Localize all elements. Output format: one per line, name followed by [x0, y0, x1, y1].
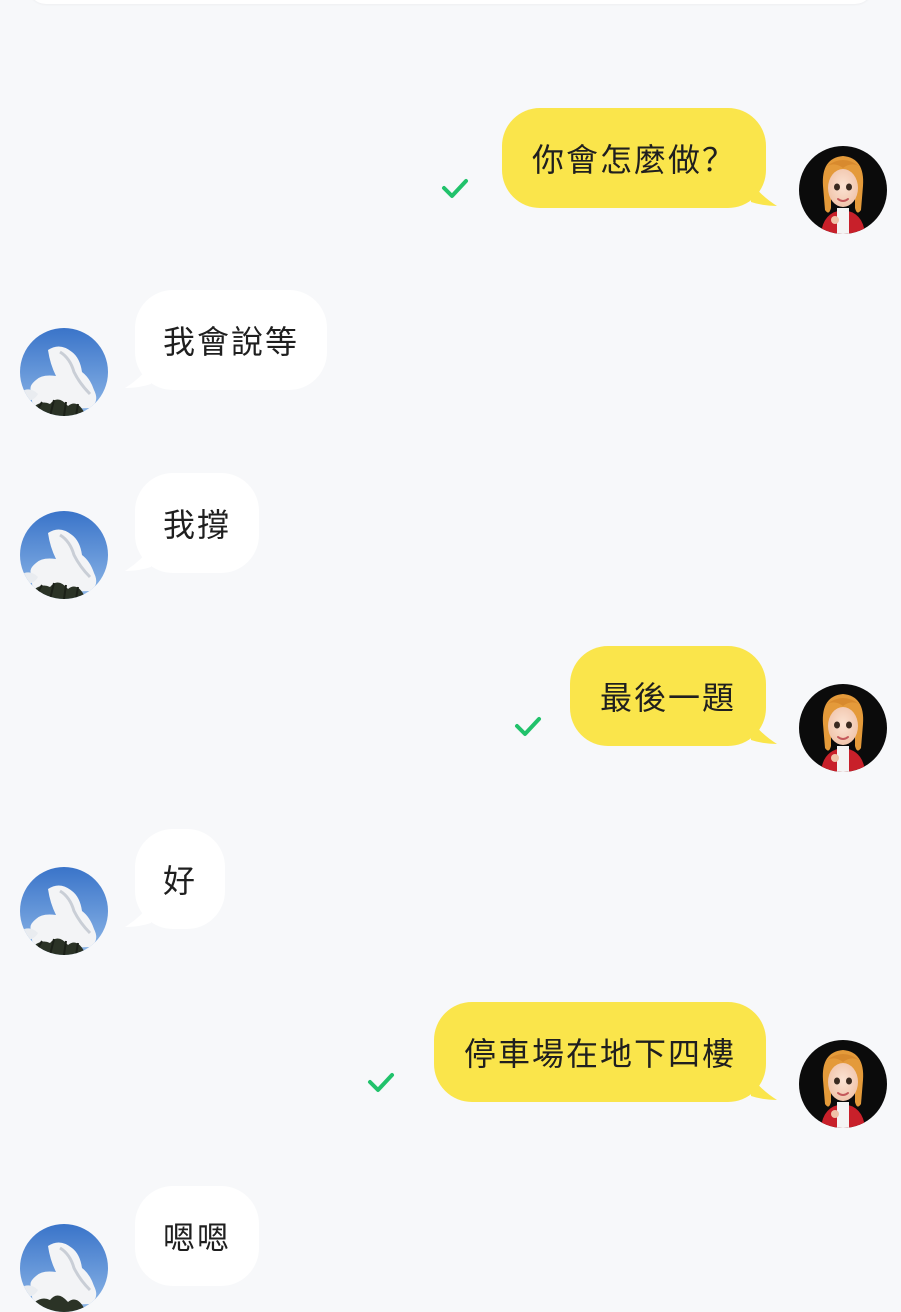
- contact-avatar[interactable]: [20, 511, 108, 599]
- message-bubble[interactable]: 最後一題: [569, 646, 766, 746]
- sky-cloud-avatar-icon: [20, 1224, 108, 1312]
- message-row: 嗯嗯: [0, 1186, 901, 1312]
- message-row: 我撐: [0, 473, 901, 599]
- message-bubble[interactable]: 嗯嗯: [135, 1186, 260, 1286]
- message-bubble[interactable]: 你會怎麼做？: [501, 108, 766, 208]
- check-icon: [368, 1073, 394, 1092]
- check-icon: [442, 179, 468, 198]
- check-icon: [515, 717, 541, 736]
- message-row: 最後一題: [0, 646, 901, 772]
- message-bubble[interactable]: 我會說等: [135, 290, 328, 390]
- bubble-tail: [751, 720, 777, 744]
- message-bubble[interactable]: 我撐: [135, 473, 260, 573]
- message-row: 停車場在地下四樓: [0, 1002, 901, 1128]
- sky-cloud-avatar-icon: [20, 328, 108, 416]
- cartoon-girl-avatar-icon: [799, 146, 887, 234]
- my-avatar[interactable]: [799, 146, 887, 234]
- cartoon-girl-avatar-icon: [799, 684, 887, 772]
- contact-avatar[interactable]: [20, 328, 108, 416]
- contact-avatar[interactable]: [20, 867, 108, 955]
- message-bubble[interactable]: 好: [135, 829, 226, 929]
- message-row: 好: [0, 829, 901, 955]
- bubble-tail: [751, 182, 777, 206]
- message-bubble[interactable]: 停車場在地下四樓: [433, 1002, 766, 1102]
- my-avatar[interactable]: [799, 684, 887, 772]
- contact-avatar[interactable]: [20, 1224, 108, 1312]
- sky-cloud-avatar-icon: [20, 867, 108, 955]
- message-row: 我會說等: [0, 290, 901, 416]
- bubble-tail: [751, 1076, 777, 1100]
- message-row: 你會怎麼做？: [0, 108, 901, 234]
- my-avatar[interactable]: [799, 1040, 887, 1128]
- previous-message-card: [28, 0, 873, 4]
- cartoon-girl-avatar-icon: [799, 1040, 887, 1128]
- sky-cloud-avatar-icon: [20, 511, 108, 599]
